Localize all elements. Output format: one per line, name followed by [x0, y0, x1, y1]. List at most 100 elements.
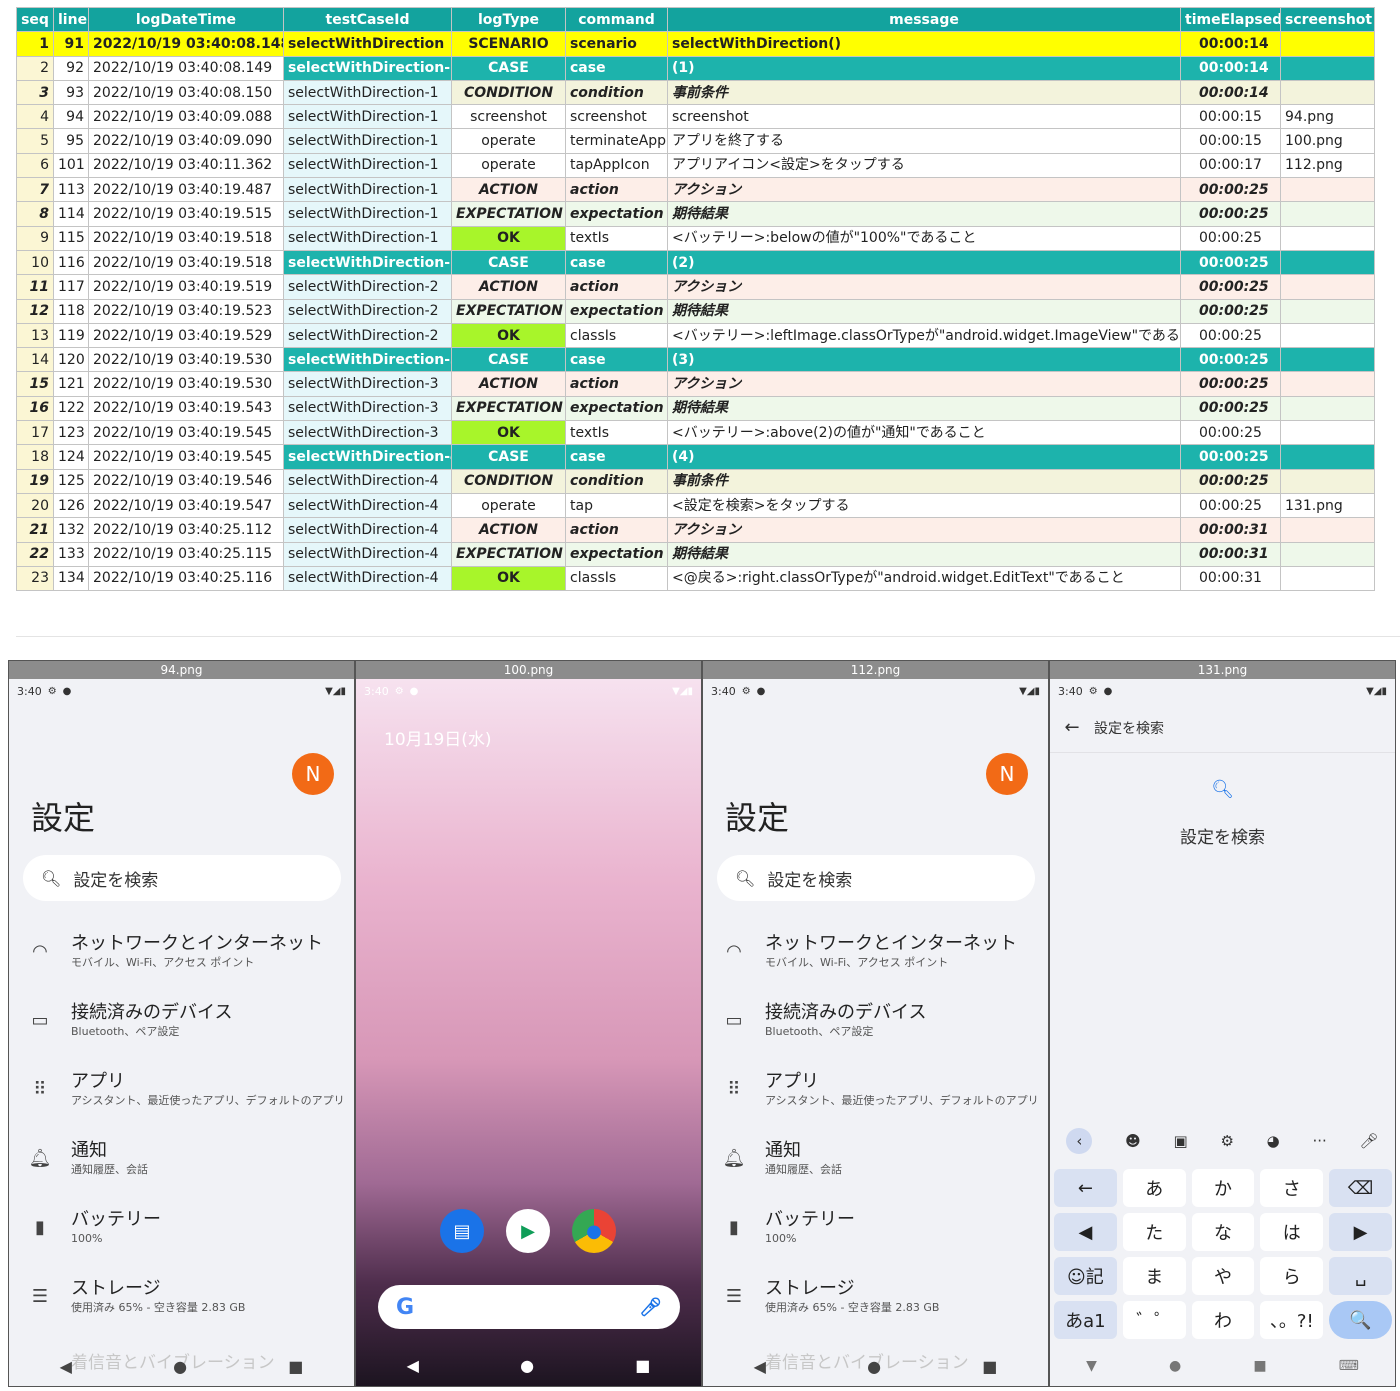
status-time: 3:40 — [364, 684, 389, 698]
settings-item-title: アプリ — [765, 1071, 819, 1092]
keyboard-key[interactable]: な — [1191, 1213, 1255, 1251]
clipboard-icon[interactable]: ▣ — [1174, 1132, 1188, 1150]
bell-icon: 🔔︎ — [28, 1148, 52, 1169]
search-field[interactable]: 設定を検索 — [1094, 718, 1164, 738]
cell-shot — [1280, 31, 1375, 57]
record-icon: ● — [1103, 685, 1113, 697]
settings-item[interactable]: 🔔︎ 通知 通知履歴、会話 — [703, 1124, 1048, 1193]
cell-shot[interactable]: 131.png — [1280, 492, 1375, 519]
avatar[interactable]: N — [986, 753, 1028, 795]
home-icon[interactable]: ● — [867, 1357, 881, 1376]
keyboard-key[interactable]: ← — [1054, 1169, 1117, 1207]
keyboard-key[interactable]: ゛゜ — [1122, 1301, 1186, 1339]
back-arrow-icon[interactable]: ← — [1050, 717, 1094, 738]
signal-icon: ▼◢▮ — [1366, 685, 1387, 697]
keyboard-key[interactable]: あ — [1122, 1169, 1186, 1207]
more-icon[interactable]: ··· — [1313, 1132, 1327, 1150]
keyboard-key[interactable]: ▶ — [1329, 1213, 1392, 1251]
cell-seq: 4 — [16, 104, 54, 130]
cell-time: 00:00:25 — [1180, 201, 1281, 227]
keyboard-key[interactable]: ま — [1122, 1257, 1186, 1295]
cell-dt: 2022/10/19 03:40:09.090 — [88, 128, 284, 154]
keyboard-key[interactable]: 、。?! — [1260, 1301, 1324, 1339]
keyboard-key[interactable]: ␣ — [1329, 1257, 1392, 1295]
home-icon[interactable]: ● — [173, 1357, 187, 1376]
keyboard-key[interactable]: わ — [1191, 1301, 1255, 1339]
gear-icon[interactable]: ⚙ — [1220, 1132, 1233, 1150]
settings-item-subtitle: 100% — [765, 1232, 797, 1245]
search-bar[interactable]: 🔍︎ 設定を検索 — [23, 855, 341, 901]
cell-time: 00:00:25 — [1180, 492, 1281, 519]
keyboard-key[interactable]: や — [1191, 1257, 1255, 1295]
keyboard-key[interactable]: ら — [1260, 1257, 1324, 1295]
cell-shot[interactable]: 94.png — [1280, 104, 1375, 130]
cell-time: 00:00:25 — [1180, 395, 1281, 422]
cell-time: 00:00:25 — [1180, 322, 1281, 349]
google-search-bar[interactable]: G 🎤︎ — [378, 1285, 680, 1329]
settings-item[interactable]: ▮ バッテリー 100% — [9, 1193, 354, 1262]
search-bar[interactable]: 🔍︎ 設定を検索 — [717, 855, 1035, 901]
settings-item[interactable]: ⠿ アプリ アシスタント、最近使ったアプリ、デフォルトのアプリ — [703, 1055, 1048, 1124]
cell-type: EXPECTATION — [451, 201, 566, 227]
keyboard: ← あかさ ⌫ ◀ たなは ▶ ☺記まやら ␣ あa1 ゛゜わ、。?! 🔍 — [1054, 1169, 1392, 1339]
cell-time: 00:00:25 — [1180, 468, 1281, 494]
cell-dt: 2022/10/19 03:40:19.530 — [88, 371, 284, 397]
cell-shot — [1280, 322, 1375, 349]
settings-item[interactable]: 🔔︎ 通知 通知履歴、会話 — [9, 1124, 354, 1193]
recents-icon[interactable]: ■ — [635, 1356, 650, 1375]
back-icon[interactable]: ◀ — [60, 1357, 72, 1376]
collapse-icon[interactable]: ‹ — [1066, 1128, 1093, 1154]
recents-icon[interactable]: ■ — [288, 1357, 303, 1376]
keyboard-key[interactable]: ⌫ — [1329, 1169, 1392, 1207]
home-icon[interactable]: ● — [1169, 1358, 1181, 1374]
recents-icon[interactable]: ■ — [982, 1357, 997, 1376]
settings-item[interactable]: ◠ ネットワークとインターネット モバイル、Wi-Fi、アクセス ポイント — [703, 917, 1048, 986]
home-icon[interactable]: ● — [520, 1356, 534, 1375]
settings-item[interactable]: ▮ バッテリー 100% — [703, 1193, 1048, 1262]
recents-icon[interactable]: ■ — [1253, 1358, 1266, 1374]
cell-shot — [1280, 225, 1375, 251]
back-icon[interactable]: ◀ — [407, 1356, 419, 1375]
mic-icon[interactable]: 🎤︎ — [1360, 1132, 1379, 1150]
keyboard-key[interactable]: 🔍 — [1329, 1301, 1392, 1339]
keyboard-key[interactable]: か — [1191, 1169, 1255, 1207]
settings-item[interactable]: ⠿ アプリ アシスタント、最近使ったアプリ、デフォルトのアプリ — [9, 1055, 354, 1124]
settings-item-title: 通知 — [765, 1140, 801, 1161]
keyboard-key[interactable]: た — [1122, 1213, 1186, 1251]
palette-icon[interactable]: ◕ — [1267, 1132, 1280, 1150]
cell-shot — [1280, 177, 1375, 203]
keyboard-key[interactable]: は — [1260, 1213, 1324, 1251]
signal-icon: ▼◢▮ — [325, 685, 346, 697]
keyboard-key[interactable]: さ — [1260, 1169, 1324, 1207]
cell-seq: 21 — [16, 517, 54, 543]
settings-item[interactable]: ▭ 接続済みのデバイス Bluetooth、ペア設定 — [703, 986, 1048, 1055]
avatar[interactable]: N — [292, 753, 334, 795]
table-row: 18 124 2022/10/19 03:40:19.545 selectWithDi… — [16, 444, 1375, 470]
play-store-app-icon[interactable]: ▶ — [506, 1209, 550, 1253]
settings-item[interactable]: ☰ ストレージ 使用済み 65% - 空き容量 2.83 GB — [9, 1262, 354, 1331]
cell-time: 00:00:14 — [1180, 31, 1281, 57]
settings-item[interactable]: ▭ 接続済みのデバイス Bluetooth、ペア設定 — [9, 986, 354, 1055]
messages-app-icon[interactable]: ▤ — [440, 1209, 484, 1253]
cell-shot — [1280, 274, 1375, 300]
sticker-icon[interactable]: ☻ — [1125, 1132, 1141, 1150]
keyboard-key[interactable]: ◀ — [1054, 1213, 1117, 1251]
cell-shot[interactable]: 100.png — [1280, 128, 1375, 154]
keyboard-key[interactable]: ☺記 — [1054, 1257, 1117, 1295]
mic-icon[interactable]: 🎤︎ — [639, 1297, 662, 1318]
settings-item[interactable]: ◠ ネットワークとインターネット モバイル、Wi-Fi、アクセス ポイント — [9, 917, 354, 986]
cell-dt: 2022/10/19 03:40:25.116 — [88, 565, 284, 592]
chrome-app-icon[interactable]: ● — [572, 1209, 616, 1253]
settings-item[interactable]: ☰ ストレージ 使用済み 65% - 空き容量 2.83 GB — [703, 1262, 1048, 1331]
column-header-line: line — [53, 6, 89, 33]
search-empty-label: 設定を検索 — [1180, 828, 1265, 848]
keyboard-key[interactable]: あa1 — [1054, 1301, 1117, 1339]
cell-type: EXPECTATION — [451, 541, 566, 567]
cell-seq: 16 — [16, 395, 54, 422]
status-time: 3:40 — [1058, 684, 1083, 698]
cell-line: 113 — [53, 177, 89, 203]
keyboard-switch-icon[interactable]: ⌨ — [1339, 1358, 1359, 1374]
cell-shot[interactable]: 112.png — [1280, 152, 1375, 179]
back-icon[interactable]: ◀ — [754, 1357, 766, 1376]
back-icon[interactable]: ▼ — [1086, 1358, 1097, 1374]
